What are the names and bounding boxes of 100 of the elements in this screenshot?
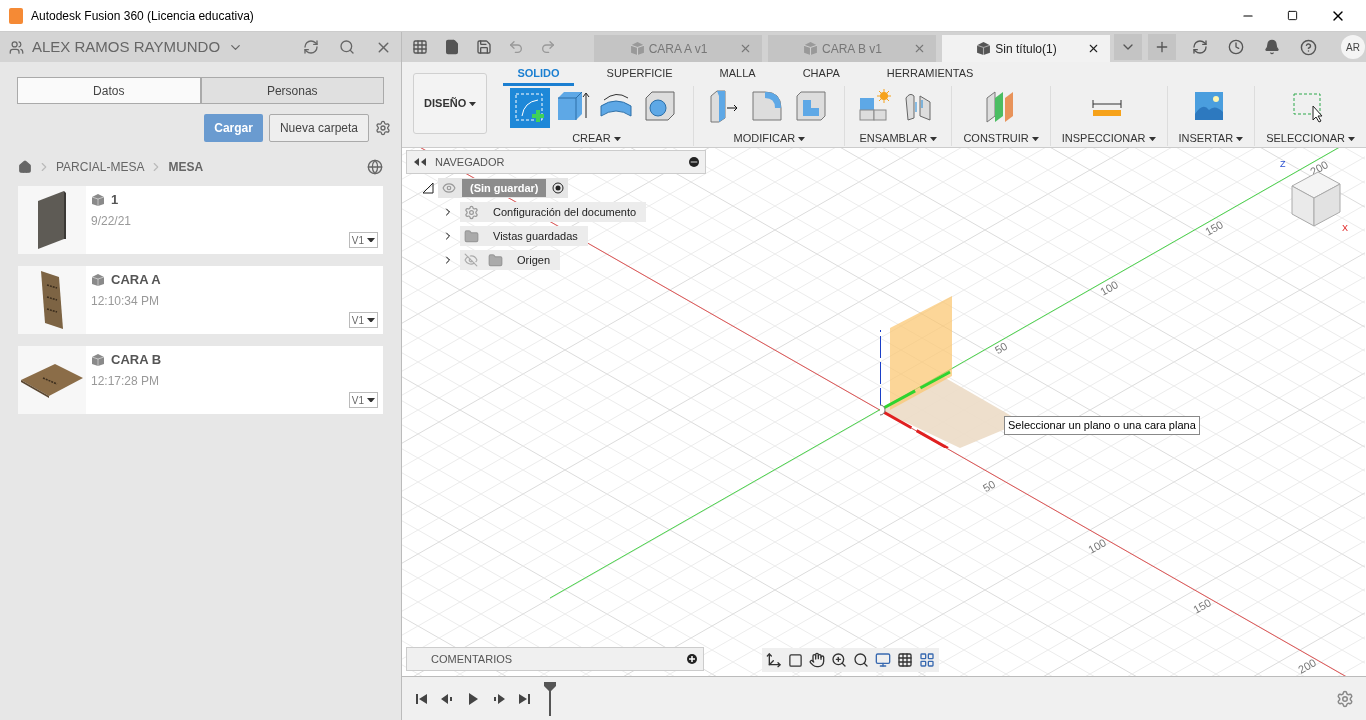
group-menu[interactable]: MODIFICAR — [733, 129, 806, 146]
caret-icon — [798, 136, 806, 141]
save-icon[interactable] — [476, 39, 492, 55]
panel-tab[interactable]: Datos — [17, 77, 201, 104]
ribbon-tab[interactable]: CHAPA — [788, 64, 854, 86]
breadcrumb-link[interactable]: MESA — [168, 158, 204, 176]
file-name: CARA A — [111, 271, 161, 289]
file-name: 1 — [111, 191, 119, 209]
group-menu[interactable]: ENSAMBLAR — [859, 129, 938, 146]
plus-icon — [1154, 39, 1170, 55]
file-card[interactable]: 1 9/22/21 V1 — [18, 186, 383, 254]
orbit-icon[interactable] — [766, 652, 782, 668]
caret-icon — [367, 317, 375, 323]
refresh-icon[interactable] — [303, 39, 319, 55]
file-card[interactable]: CARA A 12:10:34 PM V1 — [18, 266, 383, 334]
visibility-icon[interactable] — [442, 181, 456, 195]
display-icon[interactable] — [875, 652, 891, 668]
sketch-tool[interactable] — [510, 87, 551, 128]
comments-title: COMENTARIOS — [431, 651, 514, 667]
caret-icon — [1236, 136, 1244, 141]
group-menu[interactable]: CONSTRUIR — [963, 129, 1039, 146]
settings-icon[interactable] — [375, 120, 391, 136]
new-folder-button[interactable]: Nueva carpeta — [268, 114, 369, 142]
add-icon[interactable] — [687, 654, 697, 664]
apps-icon[interactable] — [412, 39, 428, 55]
window-title: Autodesk Fusion 360 (Licencia educativa) — [31, 7, 255, 25]
last-icon[interactable] — [518, 691, 532, 706]
navigator-bar[interactable]: NAVEGADOR — [406, 150, 706, 174]
group-menu[interactable]: CREAR — [572, 129, 621, 146]
ribbon-tab[interactable]: SUPERFICIE — [592, 64, 687, 86]
version-dropdown[interactable]: V1 — [348, 392, 378, 408]
model-icon — [91, 192, 105, 207]
minimize-icon[interactable] — [689, 157, 699, 167]
ribbon-tab[interactable]: MALLA — [705, 64, 770, 86]
fit-icon[interactable] — [853, 652, 869, 668]
group-menu[interactable]: INSERTAR — [1178, 129, 1244, 146]
look-at-icon[interactable] — [788, 652, 803, 668]
version-dropdown[interactable]: V1 — [348, 232, 378, 248]
caret-icon — [367, 397, 375, 403]
axis-label: 50 — [979, 476, 999, 497]
folder-icon — [464, 228, 479, 244]
caret-icon — [469, 102, 477, 107]
maximize-icon[interactable] — [1287, 10, 1298, 21]
ribbon-tab[interactable]: HERRAMIENTAS — [872, 64, 988, 86]
caret-icon — [613, 136, 621, 141]
next-icon[interactable] — [492, 691, 506, 706]
browser-node[interactable]: Vistas guardadas — [460, 226, 588, 246]
group-menu[interactable]: INSPECCIONAR — [1061, 129, 1156, 146]
sync-icon[interactable] — [1192, 39, 1208, 55]
navigator-title: NAVEGADOR — [435, 154, 506, 170]
browser-node[interactable]: Origen — [460, 250, 561, 270]
gear-icon — [464, 204, 479, 220]
axis-label: 150 — [1202, 217, 1226, 240]
model-icon — [91, 272, 105, 287]
previous-icon[interactable] — [440, 691, 454, 706]
caret-icon — [1348, 136, 1355, 141]
timeline-marker-icon[interactable] — [544, 681, 556, 716]
close-icon[interactable] — [1087, 42, 1100, 55]
first-icon[interactable] — [414, 691, 428, 706]
axis-label: 100 — [1097, 277, 1121, 300]
file-icon[interactable] — [444, 39, 460, 55]
model-icon — [629, 41, 645, 56]
root-label: (Sin guardar) — [462, 179, 547, 197]
activate-icon[interactable] — [552, 182, 565, 194]
search-icon[interactable] — [339, 39, 355, 55]
file-date: 9/22/21 — [91, 212, 133, 230]
file-name: CARA B — [111, 351, 162, 369]
help-icon[interactable] — [1300, 38, 1317, 56]
home-icon[interactable] — [18, 160, 32, 174]
model-icon — [91, 352, 105, 367]
settings-icon[interactable] — [1336, 689, 1354, 708]
pan-icon[interactable] — [809, 652, 825, 668]
caret-icon — [930, 136, 938, 141]
user-avatar[interactable]: AR — [1341, 35, 1365, 59]
play-icon[interactable] — [466, 691, 480, 706]
workspace-menu[interactable]: DISEÑO — [413, 73, 488, 134]
viewports-icon[interactable] — [919, 652, 935, 668]
zoom-icon[interactable] — [831, 652, 847, 668]
new-tab-button[interactable] — [1148, 34, 1176, 60]
panel-tab[interactable]: Personas — [200, 77, 384, 104]
caret-icon — [1148, 136, 1156, 141]
browser-node[interactable]: Configuración del documento — [460, 202, 647, 222]
file-card[interactable]: CARA B 12:17:28 PM V1 — [18, 346, 383, 414]
axis-label: 100 — [1085, 535, 1109, 558]
group-menu[interactable]: SELECCIONAR — [1266, 129, 1355, 146]
version-dropdown[interactable]: V1 — [348, 312, 378, 328]
grid-icon[interactable] — [897, 652, 913, 668]
job-status-icon[interactable] — [1228, 39, 1244, 55]
globe-icon[interactable] — [367, 159, 383, 175]
expand-icon[interactable] — [422, 182, 434, 194]
new-component-tool[interactable] — [856, 87, 893, 124]
document-tab[interactable]: Sin título(1) — [942, 35, 1110, 62]
comments-bar[interactable]: COMENTARIOS — [406, 647, 704, 671]
model-icon — [976, 41, 992, 56]
caret-icon — [1031, 136, 1039, 141]
axis-label: 200 — [1295, 655, 1319, 676]
collapse-icon[interactable] — [413, 155, 427, 169]
notifications-icon[interactable] — [1264, 39, 1280, 55]
breadcrumb-link[interactable]: PARCIAL-MESA — [56, 158, 145, 176]
axis-letter: X — [1342, 222, 1348, 235]
